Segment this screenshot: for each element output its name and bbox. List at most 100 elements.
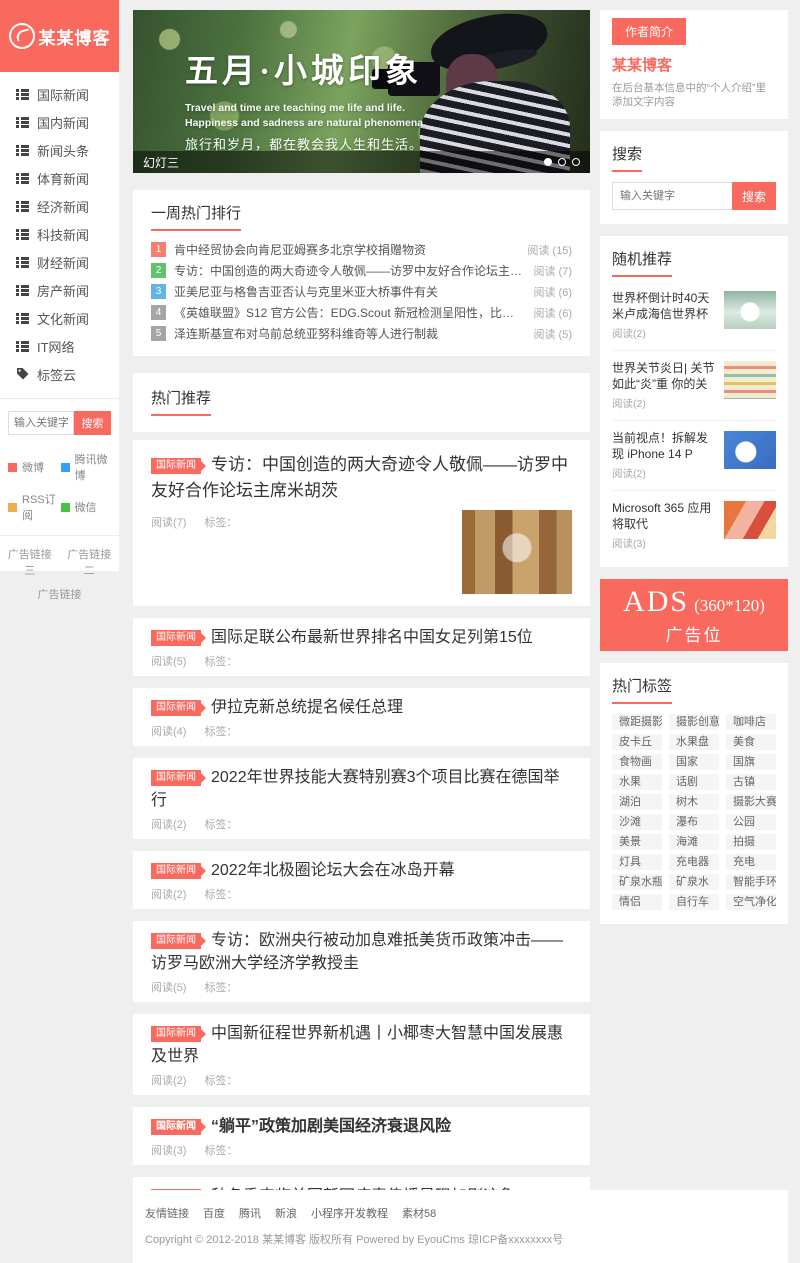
nav-item-tech-news[interactable]: 科技新闻 xyxy=(0,220,119,248)
hero-slider[interactable]: 五月·小城印象 Travel and time are teaching me … xyxy=(133,10,590,173)
tag-item[interactable]: 古镇 xyxy=(726,774,776,790)
article-item[interactable]: 国际新闻专访：欧洲央行被动加息难抵美货币政策冲击——访罗马欧洲大学经济学教授圭 … xyxy=(133,921,590,1002)
article-item[interactable]: 国际新闻中国新征程世界新机遇丨小椰枣大智慧中国发展惠及世界 阅读(2) 标签： xyxy=(133,1014,590,1095)
tag-item[interactable]: 充电器 xyxy=(669,854,719,870)
tag-item[interactable]: 瀑布 xyxy=(669,814,719,830)
footer-link[interactable]: 新浪 xyxy=(275,1205,297,1221)
tag-item[interactable]: 水果 xyxy=(612,774,662,790)
nav-item-tag-cloud[interactable]: 标签云 xyxy=(0,360,119,388)
article-thumbnail[interactable] xyxy=(462,510,572,594)
article-title[interactable]: 伊拉克新总统提名候任总理 xyxy=(211,699,403,716)
nav-item-domestic-news[interactable]: 国内新闻 xyxy=(0,108,119,136)
category-badge[interactable]: 国际新闻 xyxy=(151,770,201,786)
tag-item[interactable]: 自行车 xyxy=(669,894,719,910)
site-logo[interactable]: 某某博客 xyxy=(0,0,119,72)
tag-item[interactable]: 空气净化 xyxy=(726,894,776,910)
category-badge[interactable]: 国际新闻 xyxy=(151,1119,201,1135)
aside-search-input[interactable] xyxy=(612,182,732,210)
article-title[interactable]: 中国新征程世界新机遇丨小椰枣大智慧中国发展惠及世界 xyxy=(151,1025,563,1065)
article-title[interactable]: 专访：欧洲央行被动加息难抵美货币政策冲击——访罗马欧洲大学经济学教授圭 xyxy=(151,932,563,972)
tag-item[interactable]: 情侣 xyxy=(612,894,662,910)
article-title[interactable]: 2022年世界技能大赛特别赛3个项目比赛在德国举行 xyxy=(151,769,560,809)
article-item[interactable]: 国际新闻伊拉克新总统提名候任总理 阅读(4) 标签： xyxy=(133,688,590,746)
nav-item-sports-news[interactable]: 体育新闻 xyxy=(0,164,119,192)
slider-dot-3[interactable] xyxy=(572,158,580,166)
category-badge[interactable]: 国际新闻 xyxy=(151,863,201,879)
tag-item[interactable]: 湖泊 xyxy=(612,794,662,810)
tag-item[interactable]: 矿泉水 xyxy=(669,874,719,890)
tag-item[interactable]: 国家 xyxy=(669,754,719,770)
tag-item[interactable]: 美景 xyxy=(612,834,662,850)
random-item-thumbnail[interactable] xyxy=(724,501,776,539)
nav-item-headlines[interactable]: 新闻头条 xyxy=(0,136,119,164)
nav-item-finance-news[interactable]: 财经新闻 xyxy=(0,248,119,276)
slider-dot-1[interactable] xyxy=(544,158,552,166)
random-item[interactable]: Microsoft 365 应用将取代 阅读(3) xyxy=(612,491,776,553)
social-wechat[interactable]: 微信 xyxy=(61,491,112,523)
rank-row[interactable]: 4 《英雄联盟》S12 官方公告：EDG.Scout 新冠检测呈阳性，比赛顺序可… xyxy=(151,302,572,323)
nav-item-culture-news[interactable]: 文化新闻 xyxy=(0,304,119,332)
ad-banner[interactable]: ADS (360*120) 广告位 xyxy=(600,579,788,651)
category-badge[interactable]: 国际新闻 xyxy=(151,933,201,949)
tag-item[interactable]: 摄影创意 xyxy=(669,714,719,730)
tag-item[interactable]: 话剧 xyxy=(669,774,719,790)
author-name[interactable]: 某某博客 xyxy=(612,54,776,75)
category-badge[interactable]: 国际新闻 xyxy=(151,458,201,474)
rank-row[interactable]: 2 专访：中国创造的两大奇迹令人敬佩——访罗中友好合作论坛主席米胡茨 阅读 (7… xyxy=(151,260,572,281)
tag-item[interactable]: 海滩 xyxy=(669,834,719,850)
tag-item[interactable]: 拍摄 xyxy=(726,834,776,850)
footer-link[interactable]: 小程序开发教程 xyxy=(311,1205,388,1221)
rank-row[interactable]: 1 肯中经贸协会向肯尼亚姆赛多北京学校捐赠物资 阅读 (15) xyxy=(151,239,572,260)
article-title[interactable]: 专访：中国创造的两大奇迹令人敬佩——访罗中友好合作论坛主席米胡茨 xyxy=(151,455,568,500)
tag-item[interactable]: 公园 xyxy=(726,814,776,830)
aside-search-button[interactable]: 搜索 xyxy=(732,182,776,210)
tag-item[interactable]: 充电 xyxy=(726,854,776,870)
random-item-title[interactable]: 世界关节炎日| 关节如此“炎”重 你的关 xyxy=(612,360,716,392)
random-item-thumbnail[interactable] xyxy=(724,431,776,469)
nav-item-international-news[interactable]: 国际新闻 xyxy=(0,80,119,108)
author-intro-badge[interactable]: 作者简介 xyxy=(612,18,686,45)
social-rss[interactable]: RSS订阅 xyxy=(8,491,59,523)
article-title[interactable]: 2022年北极圈论坛大会在冰岛开幕 xyxy=(211,862,455,879)
ad-link-1[interactable]: 广告链接 xyxy=(38,586,82,602)
tag-item[interactable]: 咖啡店 xyxy=(726,714,776,730)
category-badge[interactable]: 国际新闻 xyxy=(151,700,201,716)
tag-item[interactable]: 矿泉水瓶 xyxy=(612,874,662,890)
random-item-title[interactable]: Microsoft 365 应用将取代 xyxy=(612,500,716,532)
tag-item[interactable]: 灯具 xyxy=(612,854,662,870)
tag-item[interactable]: 智能手环 xyxy=(726,874,776,890)
social-weibo[interactable]: 微博 xyxy=(8,451,59,483)
nav-item-economy-news[interactable]: 经济新闻 xyxy=(0,192,119,220)
nav-item-realestate-news[interactable]: 房产新闻 xyxy=(0,276,119,304)
sidebar-search-input[interactable] xyxy=(8,411,74,435)
category-badge[interactable]: 国际新闻 xyxy=(151,1026,201,1042)
social-tencent-weibo[interactable]: 腾讯微博 xyxy=(61,451,112,483)
article-item[interactable]: 国际新闻2022年世界技能大赛特别赛3个项目比赛在德国举行 阅读(2) 标签： xyxy=(133,758,590,839)
category-badge[interactable]: 国际新闻 xyxy=(151,630,201,646)
article-item[interactable]: 国际新闻2022年北极圈论坛大会在冰岛开幕 阅读(2) 标签： xyxy=(133,851,590,909)
ad-link-3[interactable]: 广告链接三 xyxy=(6,546,54,578)
article-title[interactable]: “躺平”政策加剧美国经济衰退风险 xyxy=(211,1118,451,1135)
random-item-title[interactable]: 当前视点！拆解发现 iPhone 14 P xyxy=(612,430,716,462)
rank-row[interactable]: 5 泽连斯基宣布对乌前总统亚努科维奇等人进行制裁 阅读 (5) xyxy=(151,323,572,344)
rank-row[interactable]: 3 亚美尼亚与格鲁吉亚否认与克里米亚大桥事件有关 阅读 (6) xyxy=(151,281,572,302)
tag-item[interactable]: 沙滩 xyxy=(612,814,662,830)
sidebar-search-button[interactable]: 搜索 xyxy=(74,411,111,435)
tag-item[interactable]: 食物画 xyxy=(612,754,662,770)
article-item-featured[interactable]: 国际新闻专访：中国创造的两大奇迹令人敬佩——访罗中友好合作论坛主席米胡茨 阅读(… xyxy=(133,440,590,606)
footer-link[interactable]: 素材58 xyxy=(402,1205,436,1221)
tag-item[interactable]: 水果盘 xyxy=(669,734,719,750)
slider-dot-2[interactable] xyxy=(558,158,566,166)
random-item[interactable]: 世界杯倒计时40天 米卢成海信世界杯足球 阅读(2) xyxy=(612,281,776,351)
random-item[interactable]: 世界关节炎日| 关节如此“炎”重 你的关 阅读(2) xyxy=(612,351,776,421)
tag-item[interactable]: 国旗 xyxy=(726,754,776,770)
tag-item[interactable]: 皮卡丘 xyxy=(612,734,662,750)
random-item-title[interactable]: 世界杯倒计时40天 米卢成海信世界杯足球 xyxy=(612,290,716,322)
article-item[interactable]: 国际新闻“躺平”政策加剧美国经济衰退风险 阅读(3) 标签： xyxy=(133,1107,590,1165)
tag-item[interactable]: 摄影大赛 xyxy=(726,794,776,810)
article-title[interactable]: 国际足联公布最新世界排名中国女足列第15位 xyxy=(211,629,533,646)
random-item-thumbnail[interactable] xyxy=(724,361,776,399)
tag-item[interactable]: 美食 xyxy=(726,734,776,750)
random-item[interactable]: 当前视点！拆解发现 iPhone 14 P 阅读(2) xyxy=(612,421,776,491)
random-item-thumbnail[interactable] xyxy=(724,291,776,329)
